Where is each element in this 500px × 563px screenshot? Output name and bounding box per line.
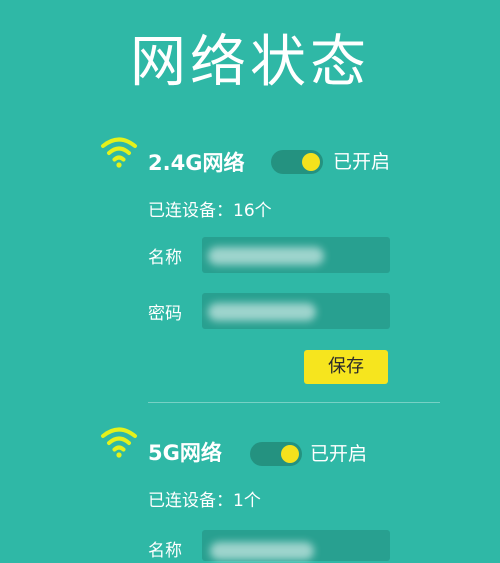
save-button[interactable]: 保存 (304, 350, 388, 384)
wifi-icon (101, 137, 137, 168)
network-name-2g: 2.4G网络 (148, 151, 245, 175)
password-field-2g[interactable] (202, 293, 390, 329)
redaction-blur (210, 542, 314, 560)
devices-count: 16个 (233, 201, 272, 221)
toggle-status-5g: 已开启 (310, 443, 368, 465)
toggle-knob (302, 153, 320, 171)
devices-label: 已连设备： (148, 491, 233, 511)
page-title: 网络状态 (130, 30, 370, 95)
toggle-2g[interactable] (271, 150, 323, 174)
toggle-status-2g: 已开启 (333, 151, 391, 173)
redaction-blur (208, 303, 316, 321)
connected-devices-5g: 已连设备：1个 (148, 489, 261, 513)
toggle-knob (281, 445, 299, 463)
wifi-icon (101, 427, 137, 458)
name-field-2g[interactable] (202, 237, 390, 273)
devices-label: 已连设备： (148, 201, 233, 221)
redaction-blur (208, 247, 324, 265)
toggle-5g[interactable] (250, 442, 302, 466)
name-field-5g[interactable] (202, 530, 390, 561)
name-field-label: 名称 (148, 248, 182, 268)
connected-devices-2g: 已连设备：16个 (148, 199, 272, 223)
name-field-label: 名称 (148, 541, 182, 561)
password-field-label: 密码 (148, 304, 182, 324)
section-divider (148, 402, 440, 403)
devices-count: 1个 (233, 491, 261, 511)
network-name-5g: 5G网络 (148, 441, 222, 465)
